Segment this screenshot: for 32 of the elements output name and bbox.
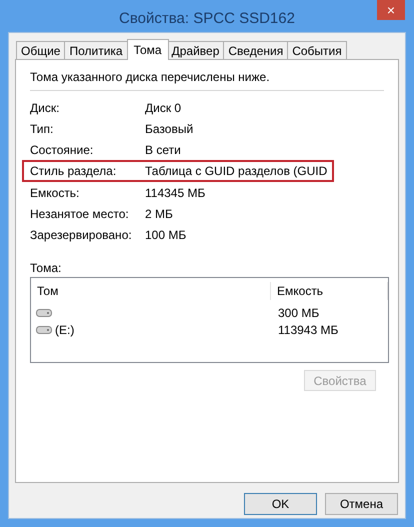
property-value: В сети	[145, 142, 181, 158]
volumes-label: Тома:	[29, 260, 62, 277]
property-value: 2 МБ	[145, 206, 173, 222]
dialog-button[interactable]: OK	[244, 493, 317, 515]
tab[interactable]: Драйвер	[166, 41, 224, 59]
window-title: Свойства: SPCC SSD162	[119, 9, 295, 29]
tab[interactable]: Общие	[16, 41, 66, 59]
property-value: 100 МБ	[145, 226, 186, 244]
property-label: Диск:	[30, 100, 60, 116]
intro-text: Тома указанного диска перечислены ниже.	[29, 69, 271, 86]
tab[interactable]: Тома	[126, 39, 169, 60]
property-value: 114345 МБ	[145, 184, 206, 202]
property-value: Базовый	[145, 120, 194, 138]
close-button[interactable]: ×	[377, 0, 405, 20]
volume-capacity: 300 МБ	[277, 304, 320, 322]
tab[interactable]: Сведения	[223, 41, 288, 59]
drive-icon	[36, 324, 52, 334]
property-label: Емкость:	[30, 184, 80, 202]
drive-icon	[36, 308, 52, 318]
volume-name: (E:)	[55, 322, 74, 338]
dialog-button[interactable]: Отмена	[325, 493, 398, 515]
volume-capacity: 113943 МБ	[277, 322, 338, 338]
property-label: Тип:	[30, 120, 54, 138]
column-header[interactable]: Емкость	[271, 282, 388, 300]
property-value: Диск 0	[145, 100, 182, 116]
property-label: Состояние:	[30, 142, 94, 158]
tab[interactable]: События	[287, 41, 347, 59]
property-value: Таблица с GUID разделов (GUID	[145, 163, 328, 180]
column-header[interactable]: Том	[31, 282, 271, 300]
property-label: Стиль раздела:	[30, 163, 118, 180]
property-label: Зарезервировано:	[30, 226, 133, 244]
property-label: Незанятое место:	[30, 206, 130, 222]
